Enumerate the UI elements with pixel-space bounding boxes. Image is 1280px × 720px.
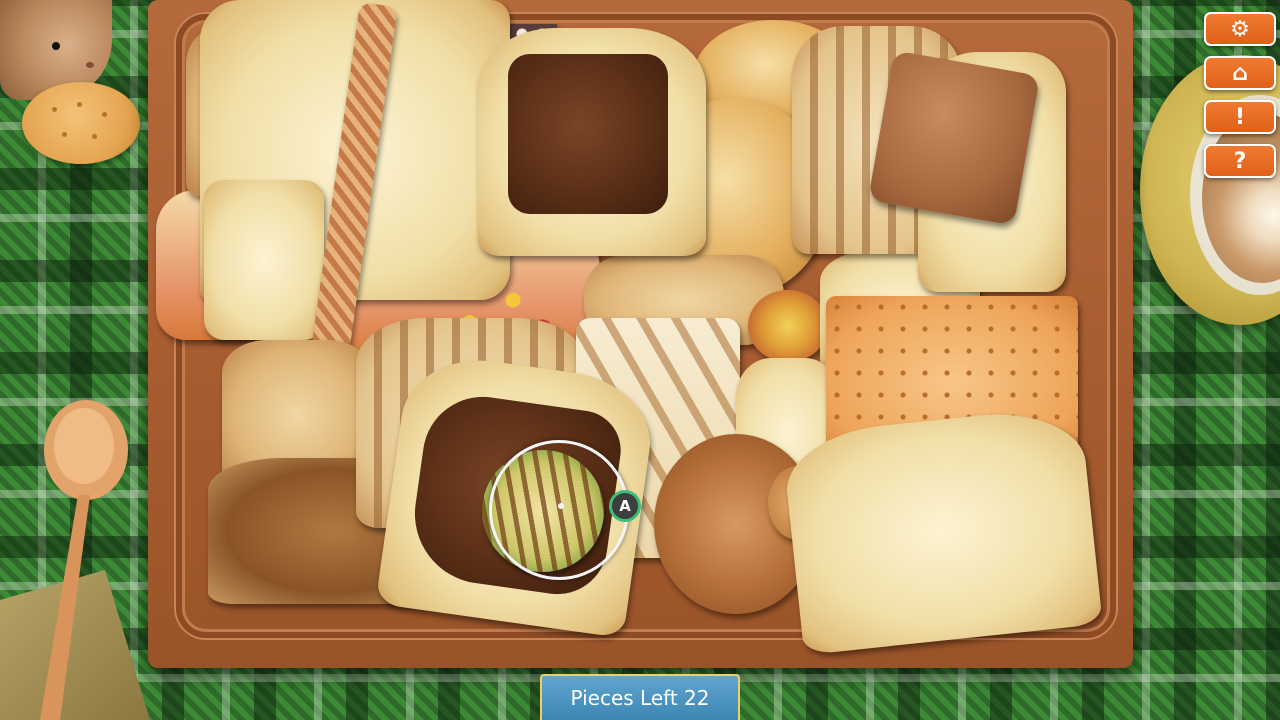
puzzle-piece-bread-corner[interactable]: [204, 180, 324, 340]
selection-cursor-dot: [558, 503, 564, 509]
question-icon: ?: [1233, 148, 1247, 174]
pieces-left-label: Pieces Left: [570, 686, 678, 710]
home-icon: ⌂: [1232, 60, 1248, 86]
coffee-cup-decoration: [1140, 55, 1280, 335]
selection-cursor-ring[interactable]: [489, 440, 629, 580]
pieces-left-count: 22: [684, 686, 710, 710]
help-button[interactable]: ?: [1204, 144, 1276, 178]
nutella-spread: [508, 54, 668, 214]
exclamation-icon: !: [1234, 104, 1246, 130]
settings-button[interactable]: ⚙: [1204, 12, 1276, 46]
puzzle-piece-nutella-toast-top[interactable]: [478, 28, 706, 256]
hamster-nose: [86, 62, 94, 68]
puzzle-piece-chocolate-square[interactable]: [867, 50, 1041, 226]
puzzle-piece-bread-large-right[interactable]: [781, 404, 1103, 656]
home-button[interactable]: ⌂: [1204, 56, 1276, 90]
gear-icon: ⚙: [1230, 16, 1250, 42]
pieces-left-banner: Pieces Left 22: [540, 674, 740, 720]
puzzle-piece-passion-fruit[interactable]: [748, 290, 828, 362]
cracker-decoration: [22, 82, 140, 164]
a-button-prompt-icon[interactable]: A: [609, 490, 641, 522]
hamster-eye: [52, 42, 60, 50]
spoon-decoration: [40, 400, 128, 720]
hint-button[interactable]: !: [1204, 100, 1276, 134]
